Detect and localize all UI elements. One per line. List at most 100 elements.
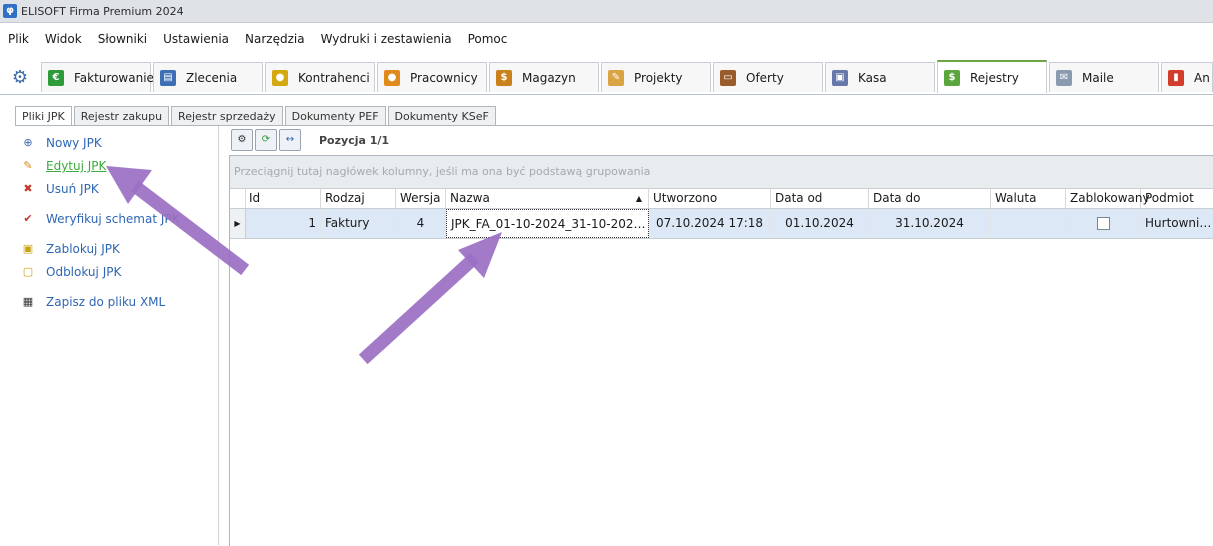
tab-label: An [1194, 70, 1210, 85]
grid-area: ⚙ ⟳ ↔ Pozycja 1/1 Przeciągnij tutaj nagł… [229, 126, 1213, 546]
menu-bar: Plik Widok Słowniki Ustawienia Narzędzia… [0, 28, 515, 50]
subtab-rejestr-sprzedazy[interactable]: Rejestr sprzedaży [171, 106, 283, 126]
col-podmiot[interactable]: Podmiot [1141, 189, 1213, 208]
cell-nazwa[interactable]: JPK_FA_01-10-2024_31-10-2024_PL... [446, 209, 649, 238]
subtab-pliki-jpk[interactable]: Pliki JPK [15, 106, 72, 127]
action-zapisz-xml[interactable]: ▦ Zapisz do pliku XML [21, 295, 165, 309]
tab-label: Magazyn [522, 70, 576, 85]
menu-slowniki[interactable]: Słowniki [90, 32, 155, 46]
menu-plik[interactable]: Plik [0, 32, 37, 46]
col-id[interactable]: Id [245, 189, 321, 208]
xml-icon: ▦ [22, 295, 34, 308]
col-zablokowany[interactable]: Zablokowany [1066, 189, 1150, 208]
column-width-icon[interactable]: ↔ [279, 129, 301, 151]
tab-label: Rejestry [970, 70, 1019, 85]
cell-data-od[interactable]: 01.10.2024 [771, 209, 869, 238]
tab-zlecenia[interactable]: ▤ Zlecenia [153, 62, 263, 92]
menu-wydruki[interactable]: Wydruki i zestawienia [313, 32, 460, 46]
registers-icon: $ [944, 69, 960, 86]
action-label: Nowy JPK [46, 136, 102, 150]
settings-gear-icon[interactable]: ⚙ [9, 67, 31, 89]
col-data-do[interactable]: Data do [869, 189, 991, 208]
tab-label: Projekty [634, 70, 683, 85]
tab-label: Kontrahenci [298, 70, 370, 85]
cell-utworzono[interactable]: 07.10.2024 17:18 [649, 209, 771, 238]
offers-icon: ▭ [720, 69, 736, 86]
cell-zablokowany[interactable] [1066, 209, 1141, 238]
sub-tabs: Pliki JPK Rejestr zakupu Rejestr sprzeda… [15, 106, 498, 127]
tab-fakturowanie[interactable]: € Fakturowanie [41, 62, 154, 92]
subtab-dokumenty-ksef[interactable]: Dokumenty KSeF [387, 106, 496, 126]
tab-rejestry[interactable]: $ Rejestry [937, 60, 1047, 93]
tab-magazyn[interactable]: $ Magazyn [489, 62, 599, 92]
menu-ustawienia[interactable]: Ustawienia [155, 32, 237, 46]
tab-pracownicy[interactable]: ● Pracownicy [377, 62, 487, 92]
action-zablokuj-jpk[interactable]: ▣ Zablokuj JPK [21, 242, 120, 256]
window-title: ELISOFT Firma Premium 2024 [21, 4, 184, 18]
action-label: Zablokuj JPK [46, 242, 120, 256]
mail-icon: ✉ [1056, 69, 1072, 86]
action-label: Weryfikuj schemat JPK [46, 212, 180, 226]
contractors-icon: ● [272, 69, 288, 86]
action-nowy-jpk[interactable]: ⊕ Nowy JPK [21, 136, 102, 150]
grid-settings-icon[interactable]: ⚙ [231, 129, 253, 151]
tab-analizy[interactable]: ▮ An [1161, 62, 1213, 92]
action-weryfikuj-schemat[interactable]: ✔ Weryfikuj schemat JPK [21, 212, 180, 226]
cash-icon: ▣ [832, 69, 848, 86]
menu-pomoc[interactable]: Pomoc [460, 32, 516, 46]
analysis-icon: ▮ [1168, 69, 1184, 86]
cell-id[interactable]: 1 [245, 209, 321, 238]
sort-asc-icon: ▲ [635, 194, 642, 203]
cell-wersja[interactable]: 4 [396, 209, 446, 238]
col-waluta[interactable]: Waluta [991, 189, 1066, 208]
col-rodzaj[interactable]: Rodzaj [321, 189, 396, 208]
col-nazwa-label: Nazwa [450, 191, 490, 205]
row-indicator-icon: ▶ [230, 209, 246, 238]
edit-icon: ✎ [23, 159, 33, 172]
tab-label: Oferty [746, 70, 784, 85]
tab-maile[interactable]: ✉ Maile [1049, 62, 1159, 92]
warehouse-icon: $ [496, 69, 512, 86]
invoice-icon: € [48, 69, 64, 86]
tab-label: Pracownicy [410, 70, 478, 85]
unlock-icon: ▢ [22, 265, 34, 278]
tab-label: Fakturowanie [74, 70, 154, 85]
cell-data-do[interactable]: 31.10.2024 [869, 209, 991, 238]
subtab-dokumenty-pef[interactable]: Dokumenty PEF [284, 106, 386, 126]
action-usun-jpk[interactable]: ✖ Usuń JPK [21, 182, 99, 196]
subtab-rejestr-zakupu[interactable]: Rejestr zakupu [73, 106, 170, 126]
position-counter: Pozycja 1/1 [319, 133, 390, 147]
cell-podmiot[interactable]: Hurtownia ... [1141, 209, 1213, 238]
tab-oferty[interactable]: ▭ Oferty [713, 62, 823, 92]
cell-rodzaj[interactable]: Faktury [321, 209, 396, 238]
new-document-icon: ⊕ [23, 136, 33, 149]
action-label: Odblokuj JPK [46, 265, 122, 279]
locked-checkbox[interactable] [1096, 217, 1110, 230]
action-label: Usuń JPK [46, 182, 99, 196]
action-edytuj-jpk[interactable]: ✎ Edytuj JPK [21, 159, 106, 173]
col-data-od[interactable]: Data od [771, 189, 869, 208]
cell-waluta[interactable] [991, 209, 1066, 238]
title-bar: φ ELISOFT Firma Premium 2024 [0, 0, 1213, 23]
grid-header: Id Rodzaj Wersja Nazwa ▲ Utworzono Data … [230, 189, 1213, 209]
table-row[interactable]: ▶ 1 Faktury 4 JPK_FA_01-10-2024_31-10-20… [230, 209, 1213, 239]
menu-narzedzia[interactable]: Narzędzia [237, 32, 313, 46]
tab-projekty[interactable]: ✎ Projekty [601, 62, 711, 92]
menu-widok[interactable]: Widok [37, 32, 90, 46]
header-corner [230, 189, 246, 208]
tab-kasa[interactable]: ▣ Kasa [825, 62, 935, 92]
col-nazwa[interactable]: Nazwa ▲ [446, 189, 649, 208]
jpk-grid: Przeciągnij tutaj nagłówek kolumny, jeśl… [229, 155, 1213, 546]
tab-label: Kasa [858, 70, 887, 85]
refresh-icon[interactable]: ⟳ [255, 129, 277, 151]
col-wersja[interactable]: Wersja [396, 189, 446, 208]
col-utworzono[interactable]: Utworzono [649, 189, 771, 208]
employees-icon: ● [384, 69, 400, 86]
delete-icon: ✖ [23, 182, 33, 195]
action-odblokuj-jpk[interactable]: ▢ Odblokuj JPK [21, 265, 122, 279]
group-by-panel[interactable]: Przeciągnij tutaj nagłówek kolumny, jeśl… [230, 156, 1213, 189]
tab-kontrahenci[interactable]: ● Kontrahenci [265, 62, 375, 92]
action-label: Edytuj JPK [46, 159, 107, 173]
tab-label: Zlecenia [186, 70, 238, 85]
module-tabs: ⚙ € Fakturowanie ▤ Zlecenia ● Kontrahenc… [0, 60, 1213, 95]
